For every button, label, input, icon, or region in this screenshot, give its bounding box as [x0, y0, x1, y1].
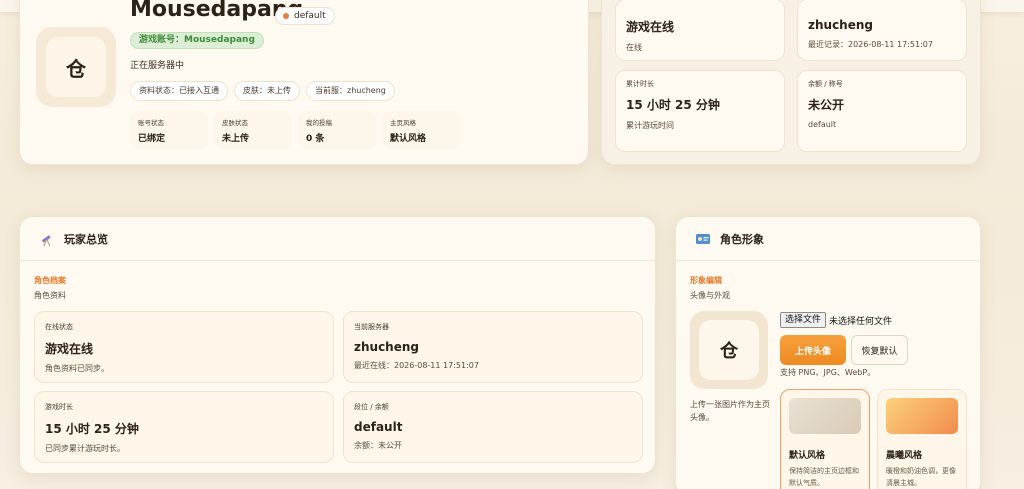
profile-avatar: 仓 [36, 27, 116, 107]
summary-label: 余额 / 称号 [808, 80, 843, 88]
tile-value: 15 小时 25 分钟 [45, 422, 139, 436]
upload-avatar-button[interactable]: 上传头像 [780, 335, 846, 365]
style-desc: 暖橙和奶油色调，更像清晨主城。 [886, 467, 956, 487]
overview-current-server: 当前服务器 zhucheng 最近在线：2026-08-11 17:51:07 [343, 311, 643, 383]
summary-sub: 累计游玩时间 [626, 121, 674, 130]
mini-stat-value: 已绑定 [138, 134, 166, 144]
profile-chips: 资料状态：已接入互通 皮肤：未上传 当前服：zhucheng [130, 81, 395, 101]
section-subtitle: 头像与外观 [690, 291, 730, 300]
mini-stat-label: 皮肤状态 [222, 119, 248, 127]
character-appearance-card: 角色形象 形象编辑 头像与外观 仓 上传一张图片作为主页头像。 选择文件 未选择… [675, 216, 981, 489]
card-header: 玩家总览 [20, 217, 655, 261]
mini-stat-label: 我的投稿 [306, 119, 332, 127]
mini-stat-style: 主页风格 默认风格 [382, 111, 460, 149]
mini-stat-account: 账号状态 已绑定 [130, 111, 208, 149]
section-header: 角色档案 角色资料 [34, 275, 66, 301]
mini-stat-skin: 皮肤状态 未上传 [214, 111, 292, 149]
tile-sub: 余额：未公开 [354, 441, 402, 450]
tile-sub: 角色资料已同步。 [45, 364, 109, 373]
status-badge: default [275, 7, 335, 25]
summary-balance: 余额 / 称号 未公开 default [797, 70, 967, 152]
mini-stat-value: 默认风格 [390, 134, 427, 144]
summary-online: 游戏在线 在线 [615, 0, 785, 61]
summary-value: zhucheng [808, 18, 873, 32]
id-card-icon [694, 230, 712, 248]
summary-server: zhucheng 最近记录：2026-08-11 17:51:07 [797, 0, 967, 61]
section-title: 形象编辑 [690, 276, 722, 285]
player-overview-card: 玩家总览 角色档案 角色资料 在线状态 游戏在线 角色资料已同步。 当前服务器 … [19, 216, 656, 474]
tile-label: 在线状态 [45, 323, 73, 331]
summary-label: 累计时长 [626, 80, 654, 88]
summary-panel: 游戏在线 在线 zhucheng 最近记录：2026-08-11 17:51:0… [601, 0, 981, 165]
reset-default-button[interactable]: 恢复默认 [851, 335, 908, 365]
summary-value: 游戏在线 [626, 20, 675, 34]
tile-label: 当前服务器 [354, 323, 389, 331]
summary-value: 15 小时 25 分钟 [626, 98, 720, 112]
chip-skin: 皮肤：未上传 [234, 81, 300, 101]
choose-file-button[interactable]: 选择文件 [780, 312, 827, 328]
style-option-dawn[interactable]: 晨曦风格 暖橙和奶油色调，更像清晨主城。 [877, 389, 967, 489]
telescope-icon [38, 230, 56, 248]
account-badge: 游戏账号：Mousedapang [130, 32, 264, 49]
summary-sub: 在线 [626, 43, 642, 52]
avatar-preview: 仓 [690, 311, 768, 389]
style-name: 晨曦风格 [886, 451, 923, 461]
section-subtitle: 角色资料 [34, 291, 66, 300]
tile-sub: 最近在线：2026-08-11 17:51:07 [354, 361, 479, 370]
tile-value: default [354, 420, 403, 434]
style-swatch [886, 398, 958, 434]
overview-rank-balance: 段位 / 余额 default 余额：未公开 [343, 391, 643, 463]
mini-stat-posts: 我的投稿 0 条 [298, 111, 376, 149]
tile-value: zhucheng [354, 340, 419, 354]
card-title: 玩家总览 [64, 232, 108, 246]
tile-label: 段位 / 余额 [354, 403, 389, 411]
tile-label: 游戏时长 [45, 403, 73, 411]
style-swatch [789, 398, 861, 434]
chip-data-status: 资料状态：已接入互通 [130, 81, 228, 101]
mini-stat-label: 主页风格 [390, 119, 416, 127]
style-desc: 保持简洁的主页边框和默认气质。 [789, 467, 859, 487]
avatar-glyph: 仓 [699, 320, 759, 380]
section-title: 角色档案 [34, 276, 66, 285]
style-name: 默认风格 [789, 451, 826, 461]
mini-stat-label: 账号状态 [138, 119, 164, 127]
summary-playtime: 累计时长 15 小时 25 分钟 累计游玩时间 [615, 70, 785, 152]
overview-online-status: 在线状态 游戏在线 角色资料已同步。 [34, 311, 334, 383]
summary-sub: default [808, 120, 837, 129]
avatar-glyph: 仓 [46, 37, 106, 97]
profile-card: 仓 Mousedapang default 游戏账号：Mousedapang 正… [19, 0, 589, 165]
chip-server: 当前服：zhucheng [306, 81, 395, 101]
mini-stats: 账号状态 已绑定 皮肤状态 未上传 我的投稿 0 条 主页风格 默认风格 [130, 111, 460, 149]
tile-sub: 已同步累计游玩时长。 [45, 444, 125, 453]
summary-value: 未公开 [808, 98, 845, 112]
supported-formats: 支持 PNG、JPG、WebP。 [780, 368, 876, 377]
style-option-default[interactable]: 默认风格 保持简洁的主页边框和默认气质。 [780, 389, 870, 489]
section-header: 形象编辑 头像与外观 [690, 275, 730, 301]
overview-playtime: 游戏时长 15 小时 25 分钟 已同步累计游玩时长。 [34, 391, 334, 463]
tile-value: 游戏在线 [45, 342, 94, 356]
mini-stat-value: 未上传 [222, 134, 250, 144]
file-status: 未选择任何文件 [829, 317, 893, 327]
summary-sub: 最近记录：2026-08-11 17:51:07 [808, 40, 933, 49]
mini-stat-value: 0 条 [306, 134, 325, 144]
avatar-note: 上传一张图片作为主页头像。 [690, 400, 770, 422]
server-status: 正在服务器中 [130, 61, 185, 71]
card-title: 角色形象 [720, 232, 764, 246]
card-header: 角色形象 [676, 217, 980, 261]
